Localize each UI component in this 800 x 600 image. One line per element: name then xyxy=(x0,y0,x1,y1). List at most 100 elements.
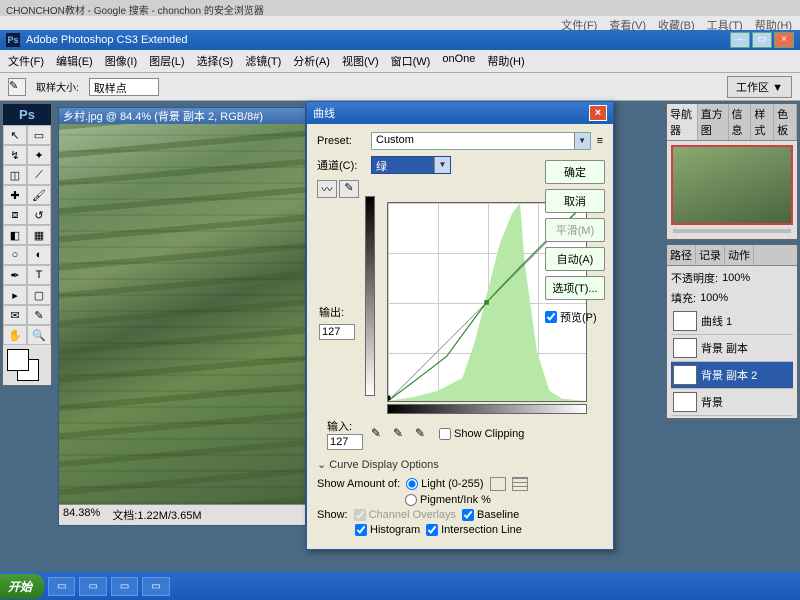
history-brush-tool[interactable]: ↺ xyxy=(27,205,51,225)
ok-button[interactable]: 确定 xyxy=(545,160,605,184)
foreground-color-swatch[interactable] xyxy=(7,349,29,371)
move-tool[interactable]: ↖ xyxy=(3,125,27,145)
intersection-checkbox[interactable] xyxy=(426,524,438,536)
crop-tool[interactable]: ◫ xyxy=(3,165,27,185)
color-swatches[interactable] xyxy=(3,345,51,385)
menu-filter[interactable]: 滤镜(T) xyxy=(241,52,285,70)
gray-point-eyedropper-icon[interactable]: ✎ xyxy=(393,426,409,442)
zoom-tool[interactable]: 🔍 xyxy=(27,325,51,345)
input-field[interactable] xyxy=(327,434,363,450)
menu-analysis[interactable]: 分析(A) xyxy=(289,52,334,70)
sample-size-select[interactable]: 取样点 xyxy=(89,78,159,96)
preset-menu-icon[interactable]: ≡ xyxy=(597,135,603,147)
taskbar-item[interactable]: ▭ xyxy=(48,577,75,596)
curve-display-options-toggle[interactable]: ⌄ Curve Display Options xyxy=(317,458,603,471)
tab-swatches[interactable]: 色板 xyxy=(774,104,797,140)
dodge-tool[interactable]: ◐ xyxy=(27,245,51,265)
tab-info[interactable]: 信息 xyxy=(729,104,752,140)
path-select-tool[interactable]: ▸ xyxy=(3,285,27,305)
curve-point-tool[interactable]: 〰 xyxy=(317,180,337,198)
eyedropper-tool[interactable]: ✎ xyxy=(27,305,51,325)
opacity-value[interactable]: 100% xyxy=(722,272,750,284)
workspace-selector[interactable]: 工作区 ▼ xyxy=(727,76,792,98)
tab-histogram[interactable]: 直方图 xyxy=(698,104,729,140)
taskbar-item[interactable]: ▭ xyxy=(79,577,106,596)
show-clipping-checkbox[interactable] xyxy=(439,428,451,440)
grid-size-simple-icon[interactable] xyxy=(490,477,506,491)
layer-item[interactable]: 背景 副本 2 xyxy=(671,362,793,389)
navigator-thumbnail[interactable] xyxy=(671,145,793,225)
menu-image[interactable]: 图像(I) xyxy=(101,52,141,70)
document-titlebar[interactable]: 乡村.jpg @ 84.4% (背景 副本 2, RGB/8#) xyxy=(59,108,305,124)
menu-file[interactable]: 文件(F) xyxy=(4,52,48,70)
gradient-tool[interactable]: ▦ xyxy=(27,225,51,245)
marquee-tool[interactable]: ▭ xyxy=(27,125,51,145)
tab-navigator[interactable]: 导航器 xyxy=(667,104,698,140)
menu-window[interactable]: 窗口(W) xyxy=(387,52,435,70)
tab-styles[interactable]: 样式 xyxy=(751,104,774,140)
stamp-tool[interactable]: ⧈ xyxy=(3,205,27,225)
document-canvas[interactable] xyxy=(59,124,305,504)
layer-name: 背景 副本 2 xyxy=(701,367,757,383)
taskbar-item[interactable]: ▭ xyxy=(142,577,169,596)
navigator-zoom-slider[interactable] xyxy=(673,229,791,233)
menu-select[interactable]: 选择(S) xyxy=(193,52,238,70)
browser-menu-file[interactable]: 文件(F) xyxy=(561,17,597,29)
channel-select[interactable]: 绿 ▼ xyxy=(371,156,451,174)
type-tool[interactable]: T xyxy=(27,265,51,285)
eraser-tool[interactable]: ◧ xyxy=(3,225,27,245)
browser-menu-fav[interactable]: 收藏(B) xyxy=(658,17,695,29)
eyedropper-tool-icon[interactable]: ✎ xyxy=(8,78,26,96)
layer-item[interactable]: 背景 xyxy=(671,389,793,416)
cancel-button[interactable]: 取消 xyxy=(545,189,605,213)
light-radio[interactable] xyxy=(406,478,418,490)
notes-tool[interactable]: ✉ xyxy=(3,305,27,325)
browser-menu-help[interactable]: 帮助(H) xyxy=(755,17,792,29)
black-point-eyedropper-icon[interactable]: ✎ xyxy=(371,426,387,442)
layer-name: 背景 xyxy=(701,394,723,410)
lasso-tool[interactable]: ↯ xyxy=(3,145,27,165)
preview-checkbox[interactable] xyxy=(545,311,557,323)
brush-tool[interactable]: 🖌 xyxy=(27,185,51,205)
layer-item[interactable]: 曲线 1 xyxy=(671,308,793,335)
menu-view[interactable]: 视图(V) xyxy=(338,52,383,70)
tab-paths[interactable]: 路径 xyxy=(667,245,696,265)
tab-history[interactable]: 记录 xyxy=(696,245,725,265)
hand-tool[interactable]: ✋ xyxy=(3,325,27,345)
heal-tool[interactable]: ✚ xyxy=(3,185,27,205)
tab-actions[interactable]: 动作 xyxy=(725,245,754,265)
fill-value[interactable]: 100% xyxy=(700,292,728,304)
curves-close-button[interactable]: × xyxy=(589,105,607,121)
minimize-button[interactable]: – xyxy=(730,32,750,48)
zoom-level[interactable]: 84.38% xyxy=(63,507,100,523)
close-button[interactable]: × xyxy=(774,32,794,48)
slice-tool[interactable]: ⟋ xyxy=(27,165,51,185)
browser-menu-view[interactable]: 查看(V) xyxy=(609,17,646,29)
taskbar-item[interactable]: ▭ xyxy=(111,577,138,596)
blur-tool[interactable]: ○ xyxy=(3,245,27,265)
options-button[interactable]: 选项(T)... xyxy=(545,276,605,300)
pen-tool[interactable]: ✒ xyxy=(3,265,27,285)
menu-onone[interactable]: onOne xyxy=(438,52,479,70)
maximize-button[interactable]: ▭ xyxy=(752,32,772,48)
chevron-down-icon[interactable]: ▼ xyxy=(434,157,450,173)
layer-item[interactable]: 背景 副本 xyxy=(671,335,793,362)
output-field[interactable] xyxy=(319,324,355,340)
baseline-checkbox[interactable] xyxy=(462,509,474,521)
shape-tool[interactable]: ▢ xyxy=(27,285,51,305)
curve-pencil-tool[interactable]: ✎ xyxy=(339,180,359,198)
auto-button[interactable]: 自动(A) xyxy=(545,247,605,271)
chevron-down-icon[interactable]: ▼ xyxy=(574,133,590,149)
menu-edit[interactable]: 编辑(E) xyxy=(52,52,97,70)
wand-tool[interactable]: ✦ xyxy=(27,145,51,165)
histogram-checkbox[interactable] xyxy=(355,524,367,536)
start-button[interactable]: 开始 xyxy=(0,574,44,599)
curves-dialog-titlebar[interactable]: 曲线 × xyxy=(307,102,613,124)
menu-help[interactable]: 帮助(H) xyxy=(483,52,528,70)
preset-select[interactable]: Custom ▼ xyxy=(371,132,591,150)
pigment-radio[interactable] xyxy=(405,494,417,506)
menu-layer[interactable]: 图层(L) xyxy=(145,52,188,70)
browser-menu-tools[interactable]: 工具(T) xyxy=(707,17,743,29)
grid-size-detailed-icon[interactable] xyxy=(512,477,528,491)
white-point-eyedropper-icon[interactable]: ✎ xyxy=(415,426,431,442)
